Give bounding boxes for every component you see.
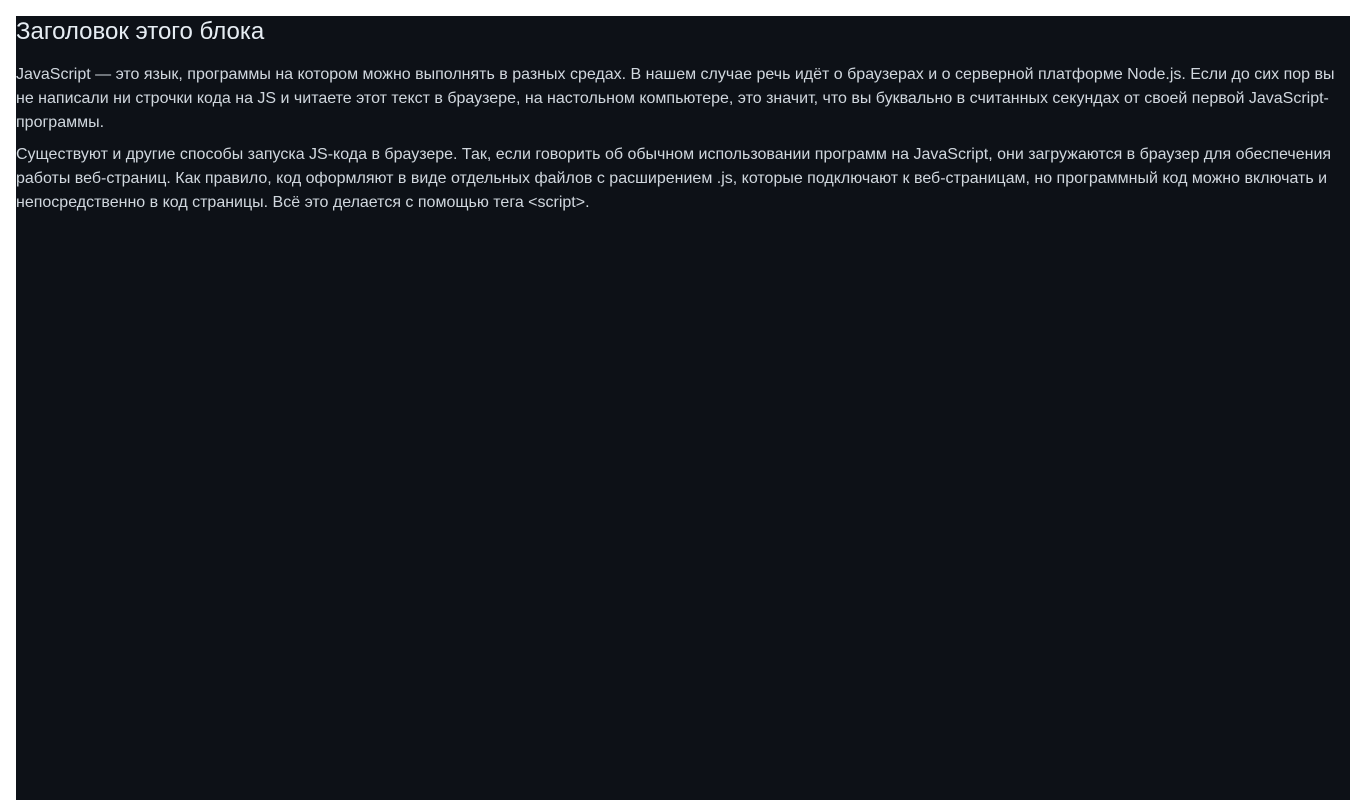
block-title: Заголовок этого блока [16, 18, 265, 45]
block-paragraph-intro: JavaScript — это язык, программы на кото… [16, 66, 1335, 131]
block-paragraph-details: Существуют и другие способы запуска JS-к… [16, 146, 1332, 211]
content-block: Заголовок этого блока JavaScript — это я… [16, 16, 1350, 800]
